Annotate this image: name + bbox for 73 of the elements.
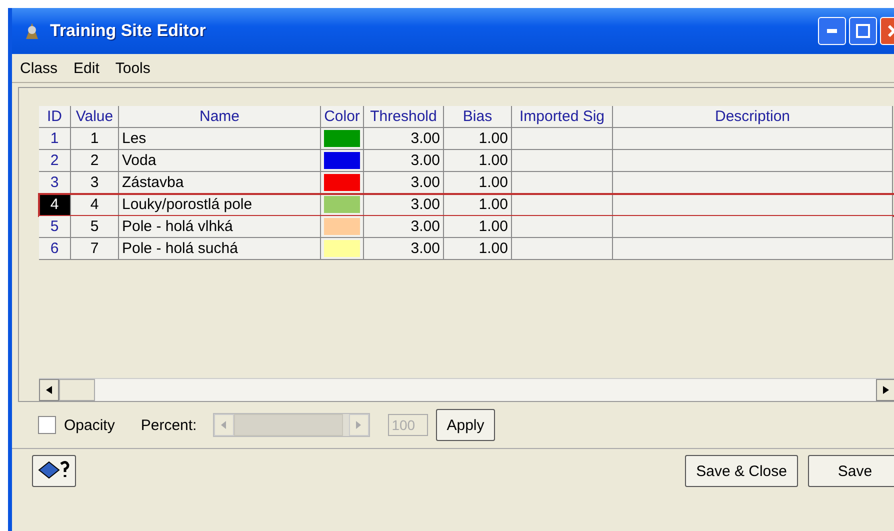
menu-item[interactable]: Edit [74,60,100,76]
row-header[interactable]: 6 [39,238,71,260]
column-header[interactable]: Imported Sig [512,106,613,128]
table-cell: 5 [71,216,119,238]
menu-item[interactable]: Tools [115,60,150,76]
maximize-icon [856,24,870,38]
book-help-icon [37,458,71,480]
row-header[interactable]: 4 [39,194,71,216]
table-cell: 7 [71,238,119,260]
table-cell: 3 [71,172,119,194]
table-cell: Pole - holá suchá [119,238,321,260]
scroll-right-icon [883,386,889,394]
save-button[interactable]: Save & Close [685,455,798,487]
color-swatch[interactable] [324,218,360,235]
color-swatch[interactable] [324,196,360,213]
row-header[interactable]: 3 [39,172,71,194]
table-cell: Voda [119,150,321,172]
table-cell: Pole - holá vlhká [119,216,321,238]
table-cell: 1.00 [444,128,512,150]
table-cell: 3.00 [364,172,444,194]
table-cell: 1.00 [444,194,512,216]
table-row[interactable]: 1 1 Les 3.00 1.00 [39,128,894,150]
maximize-button[interactable] [849,17,877,45]
opacity-checkbox[interactable] [38,416,56,434]
menu-item[interactable]: Class [20,60,58,76]
table-row[interactable]: 4 4 Louky/porostlá pole 3.00 1.00 [39,194,894,216]
right-arrow-icon [356,421,362,429]
column-header[interactable]: Color [321,106,364,128]
column-header[interactable]: Bias [444,106,512,128]
opacity-label: Opacity [64,416,115,434]
scroll-left-icon [46,386,52,394]
column-header[interactable]: Threshold [364,106,444,128]
table-row[interactable]: 6 7 Pole - holá suchá 3.00 1.00 [39,238,894,260]
column-header[interactable]: Value [71,106,119,128]
help-button[interactable] [32,455,76,487]
column-header[interactable]: ID [39,106,71,128]
table-cell: Louky/porostlá pole [119,194,321,216]
left-arrow-icon [221,421,226,429]
table-cell: 3.00 [364,216,444,238]
column-header[interactable]: Description [613,106,893,128]
save-button[interactable]: Save [808,455,894,487]
color-swatch[interactable] [324,174,360,191]
row-header[interactable]: 5 [39,216,71,238]
minimize-button[interactable] [818,17,846,45]
table-cell: 3.00 [364,194,444,216]
table-cell: 1.00 [444,216,512,238]
table-row[interactable]: 3 3 Zástavba 3.00 1.00 [39,172,894,194]
table-cell: 1.00 [444,172,512,194]
color-swatch[interactable] [324,152,360,169]
apply-button[interactable]: Apply [436,409,496,441]
table-cell: 1.00 [444,150,512,172]
color-swatch[interactable] [324,240,360,257]
window-title: Training Site Editor [50,21,206,41]
table-row[interactable]: 2 2 Voda 3.00 1.00 [39,150,894,172]
row-header[interactable]: 1 [39,128,71,150]
table-row[interactable]: 5 5 Pole - holá vlhká 3.00 1.00 [39,216,894,238]
color-swatch[interactable] [324,130,360,147]
table-cell: Les [119,128,321,150]
table-cell: 3.00 [364,150,444,172]
table-cell: 2 [71,150,119,172]
table-cell: Zástavba [119,172,321,194]
percent-label: Percent: [140,416,197,434]
table-cell: 1 [71,128,119,150]
row-header[interactable]: 2 [39,150,71,172]
scrollbar-thumb[interactable] [59,379,95,401]
table-cell: 3.00 [364,238,444,260]
horizontal-scrollbar[interactable] [39,378,894,401]
table-cell: 3.00 [364,128,444,150]
table-cell: 4 [71,194,119,216]
minimize-icon [827,29,837,33]
percent-scrollbar[interactable] [212,413,370,437]
column-header[interactable]: Name [119,106,321,128]
table-cell: 1.00 [444,238,512,260]
